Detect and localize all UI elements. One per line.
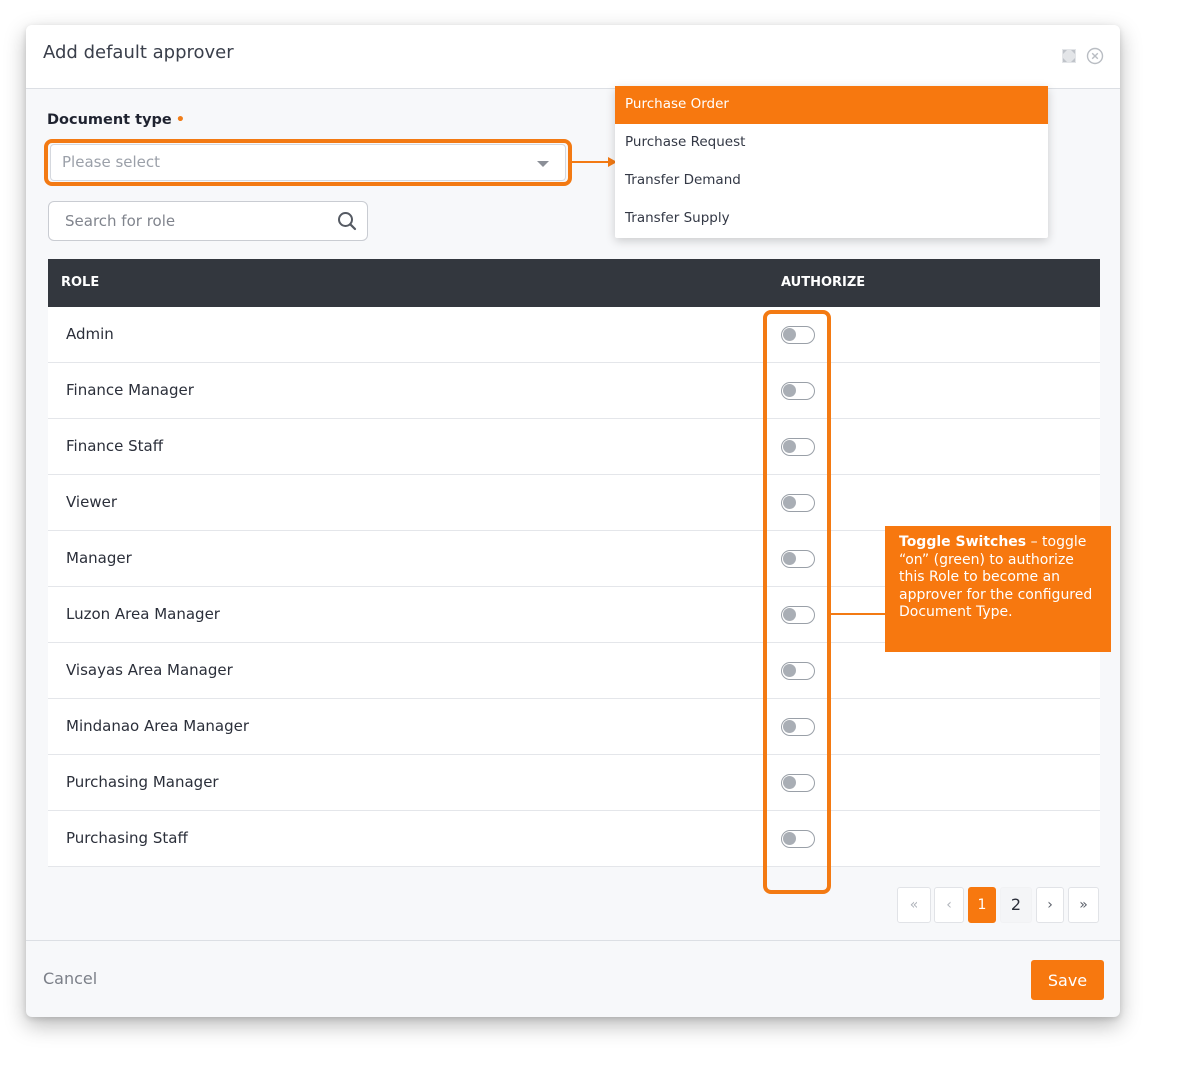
required-marker: • bbox=[175, 112, 186, 128]
add-approver-modal: Add default approver Document type • Plea… bbox=[26, 25, 1120, 1017]
last-page-button[interactable]: » bbox=[1068, 887, 1099, 923]
table-row: Viewer bbox=[48, 475, 1100, 531]
role-name: Visayas Area Manager bbox=[66, 661, 233, 679]
annotation-arrow-line bbox=[572, 161, 612, 163]
role-search bbox=[48, 201, 368, 241]
toggle-callout: Toggle Switches – toggle “on” (green) to… bbox=[885, 526, 1111, 652]
prev-page-button[interactable]: ‹ bbox=[934, 887, 964, 923]
page-button-2[interactable]: 2 bbox=[1000, 887, 1032, 923]
table-row: Purchasing Staff bbox=[48, 811, 1100, 867]
table-row: Purchasing Manager bbox=[48, 755, 1100, 811]
role-name: Finance Staff bbox=[66, 437, 164, 455]
role-name: Manager bbox=[66, 549, 132, 567]
dropdown-option[interactable]: Purchase Request bbox=[615, 124, 1048, 162]
select-placeholder: Please select bbox=[62, 153, 161, 171]
role-name: Mindanao Area Manager bbox=[66, 717, 250, 735]
document-type-select[interactable]: Please select bbox=[50, 144, 566, 181]
table-row: Finance Staff bbox=[48, 419, 1100, 475]
role-name: Purchasing Staff bbox=[66, 829, 188, 847]
modal-title: Add default approver bbox=[43, 42, 234, 63]
first-page-button[interactable]: « bbox=[897, 887, 931, 923]
page-button-1[interactable]: 1 bbox=[968, 887, 996, 923]
next-page-button[interactable]: › bbox=[1036, 887, 1064, 923]
cancel-button[interactable]: Cancel bbox=[43, 969, 97, 988]
dropdown-option[interactable]: Transfer Supply bbox=[615, 200, 1048, 238]
search-icon[interactable] bbox=[337, 211, 357, 231]
expand-icon[interactable] bbox=[1059, 46, 1079, 66]
document-type-label: Document type • bbox=[47, 112, 186, 128]
role-name: Luzon Area Manager bbox=[66, 605, 220, 623]
modal-header: Add default approver bbox=[26, 25, 1120, 89]
callout-title: Toggle Switches bbox=[899, 534, 1027, 550]
close-icon[interactable] bbox=[1085, 46, 1105, 66]
column-header-role: ROLE bbox=[61, 275, 100, 290]
save-button[interactable]: Save bbox=[1031, 960, 1104, 1000]
chevron-down-icon bbox=[537, 161, 549, 167]
footer-divider bbox=[26, 940, 1120, 941]
dropdown-option[interactable]: Transfer Demand bbox=[615, 162, 1048, 200]
table-row: Admin bbox=[48, 307, 1100, 363]
search-input[interactable] bbox=[49, 202, 329, 240]
column-header-authorize: AUTHORIZE bbox=[781, 275, 866, 290]
role-name: Admin bbox=[66, 325, 114, 343]
role-name: Finance Manager bbox=[66, 381, 194, 399]
document-type-dropdown: Purchase Order Purchase Request Transfer… bbox=[615, 86, 1048, 238]
table-row: Finance Manager bbox=[48, 363, 1100, 419]
role-name: Purchasing Manager bbox=[66, 773, 219, 791]
toggle-highlight-annotation bbox=[763, 310, 831, 894]
table-header: ROLE AUTHORIZE bbox=[48, 259, 1100, 307]
callout-connector-line bbox=[831, 613, 885, 615]
dropdown-option[interactable]: Purchase Order bbox=[615, 86, 1048, 124]
role-name: Viewer bbox=[66, 493, 117, 511]
table-row: Mindanao Area Manager bbox=[48, 699, 1100, 755]
